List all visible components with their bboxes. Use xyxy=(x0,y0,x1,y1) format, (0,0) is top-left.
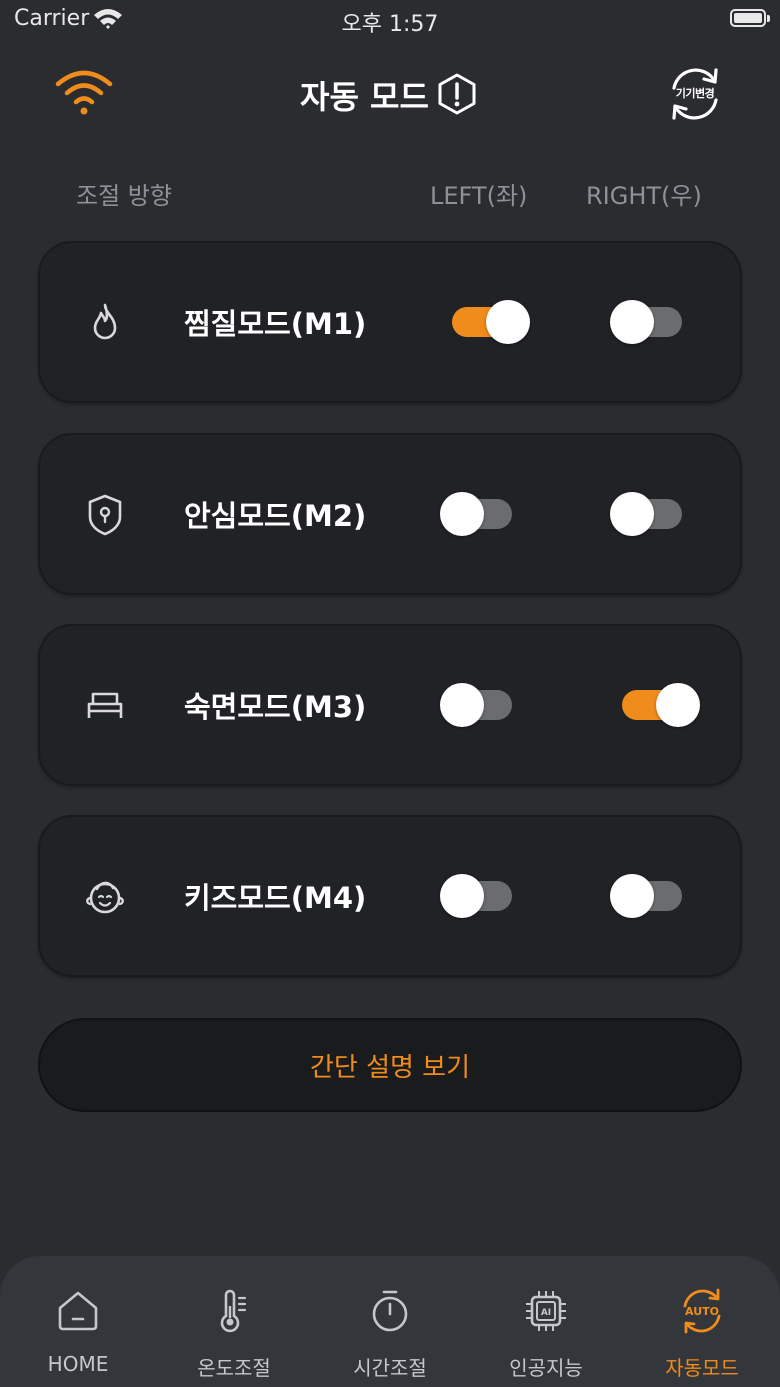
mode-card-m2: 안심모드(M2) xyxy=(38,433,742,595)
left-toggle-m2[interactable] xyxy=(440,492,520,536)
nav-item-auto-mode[interactable]: AUTO 자동모드 xyxy=(624,1256,780,1387)
bottom-nav: HOME 온도조절 시간조절 AI 인공지능 AUTO 자동모드 xyxy=(0,1256,780,1387)
mode-card-m4: 키즈모드(M4) xyxy=(38,815,742,977)
column-headers: 조절 방향 LEFT(좌) RIGHT(우) xyxy=(0,176,780,212)
wifi-connection-icon[interactable] xyxy=(52,66,116,118)
battery-icon xyxy=(730,9,766,27)
right-toggle-m2[interactable] xyxy=(610,492,690,536)
nav-label: 자동모드 xyxy=(665,1356,739,1380)
right-column-header: RIGHT(우) xyxy=(586,182,702,210)
device-change-label: 기기변경 xyxy=(675,87,715,100)
mode-label: 안심모드(M2) xyxy=(184,499,367,533)
left-toggle-m1[interactable] xyxy=(444,300,530,344)
direction-header: 조절 방향 xyxy=(76,182,172,210)
nav-label: HOME xyxy=(47,1352,109,1376)
left-column-header: LEFT(좌) xyxy=(430,182,528,210)
svg-text:AI: AI xyxy=(541,1308,551,1318)
nav-label: 인공지능 xyxy=(509,1356,583,1380)
auto-icon-text: AUTO xyxy=(685,1305,719,1318)
auto-cycle-icon: AUTO xyxy=(683,1288,721,1334)
nav-item-timer[interactable]: 시간조절 xyxy=(312,1256,468,1387)
status-bar: Carrier 오후 1:57 xyxy=(0,0,780,40)
nav-item-temperature[interactable]: 온도조절 xyxy=(156,1256,312,1387)
nav-item-home[interactable]: HOME xyxy=(0,1256,156,1387)
auto-mode-screen: Carrier 오후 1:57 자동 모드 기기변경 조절 방향 LEFT(좌)… xyxy=(0,0,780,1387)
explain-button[interactable]: 간단 설명 보기 xyxy=(38,1018,742,1112)
status-time: 오후 1:57 xyxy=(341,12,439,37)
mode-label: 키즈모드(M4) xyxy=(184,881,367,915)
left-toggle-m4[interactable] xyxy=(440,874,520,918)
mode-label: 숙면모드(M3) xyxy=(184,690,367,724)
flame-icon xyxy=(93,303,117,340)
thermometer-icon xyxy=(220,1289,247,1333)
mode-card-m3: 숙면모드(M3) xyxy=(38,624,742,786)
right-toggle-m3[interactable] xyxy=(614,683,700,727)
home-icon xyxy=(58,1291,98,1331)
ai-chip-icon: AI xyxy=(526,1291,566,1331)
nav-label: 시간조절 xyxy=(353,1356,427,1380)
shield-icon xyxy=(88,494,122,536)
stopwatch-icon xyxy=(372,1290,408,1332)
mode-card-m1: 찜질모드(M1) xyxy=(38,241,742,403)
header: 자동 모드 기기변경 xyxy=(0,58,780,130)
left-toggle-m3[interactable] xyxy=(440,683,520,727)
right-toggle-m1[interactable] xyxy=(610,300,690,344)
right-toggle-m4[interactable] xyxy=(610,874,690,918)
mode-label: 찜질모드(M1) xyxy=(184,307,367,341)
baby-face-icon xyxy=(86,881,124,914)
battery-tip xyxy=(767,15,770,22)
bed-icon xyxy=(87,692,123,718)
nav-label: 온도조절 xyxy=(197,1356,271,1380)
nav-item-ai[interactable]: AI 인공지능 xyxy=(468,1256,624,1387)
info-icon[interactable] xyxy=(436,72,478,116)
page-title: 자동 모드 xyxy=(300,78,429,116)
